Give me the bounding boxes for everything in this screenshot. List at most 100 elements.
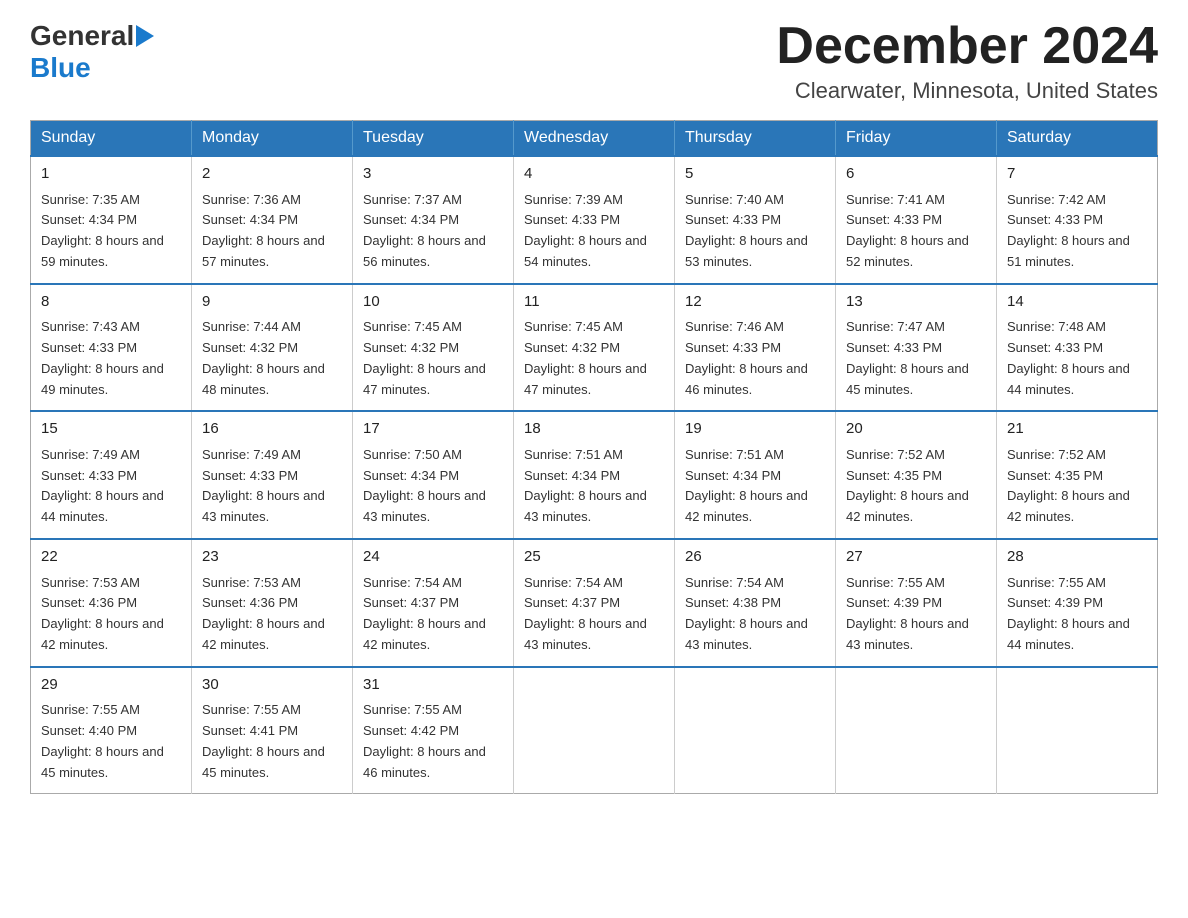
day-info: Sunrise: 7:46 AMSunset: 4:33 PMDaylight:… [685,317,825,400]
calendar-day-cell [675,667,836,794]
day-number: 18 [524,418,664,441]
day-number: 26 [685,546,825,569]
calendar-day-cell: 31 Sunrise: 7:55 AMSunset: 4:42 PMDayligh… [353,667,514,794]
calendar-day-cell: 6 Sunrise: 7:41 AMSunset: 4:33 PMDaylight… [836,156,997,284]
calendar-week-row: 29 Sunrise: 7:55 AMSunset: 4:40 PMDayligh… [31,667,1158,794]
logo-blue-text: Blue [30,52,91,84]
day-info: Sunrise: 7:50 AMSunset: 4:34 PMDaylight:… [363,445,503,528]
day-info: Sunrise: 7:42 AMSunset: 4:33 PMDaylight:… [1007,190,1147,273]
calendar-day-cell: 23Sunrise: 7:53 AMSunset: 4:36 PMDayligh… [192,539,353,667]
calendar-day-cell: 4 Sunrise: 7:39 AMSunset: 4:33 PMDaylight… [514,156,675,284]
day-number: 16 [202,418,342,441]
col-saturday: Saturday [997,121,1158,157]
day-info: Sunrise: 7:53 AMSunset: 4:36 PMDaylight:… [41,573,181,656]
logo-arrow-icon [136,25,156,47]
calendar-day-cell: 5 Sunrise: 7:40 AMSunset: 4:33 PMDaylight… [675,156,836,284]
day-info: Sunrise: 7:36 AMSunset: 4:34 PMDaylight:… [202,190,342,273]
col-wednesday: Wednesday [514,121,675,157]
header-row: Sunday Monday Tuesday Wednesday Thursday… [31,121,1158,157]
calendar-day-cell: 19 Sunrise: 7:51 AMSunset: 4:34 PMDayligh… [675,411,836,539]
day-info: Sunrise: 7:54 AMSunset: 4:38 PMDaylight:… [685,573,825,656]
calendar-week-row: 15 Sunrise: 7:49 AMSunset: 4:33 PMDayligh… [31,411,1158,539]
calendar-day-cell: 17 Sunrise: 7:50 AMSunset: 4:34 PMDayligh… [353,411,514,539]
day-number: 12 [685,291,825,314]
day-number: 17 [363,418,503,441]
day-info: Sunrise: 7:53 AMSunset: 4:36 PMDaylight:… [202,573,342,656]
day-number: 1 [41,163,181,186]
calendar-day-cell: 11 Sunrise: 7:45 AMSunset: 4:32 PMDayligh… [514,284,675,412]
day-number: 15 [41,418,181,441]
day-info: Sunrise: 7:55 AMSunset: 4:40 PMDaylight:… [41,700,181,783]
day-info: Sunrise: 7:49 AMSunset: 4:33 PMDaylight:… [41,445,181,528]
calendar-day-cell: 27 Sunrise: 7:55 AMSunset: 4:39 PMDayligh… [836,539,997,667]
day-info: Sunrise: 7:39 AMSunset: 4:33 PMDaylight:… [524,190,664,273]
day-number: 24 [363,546,503,569]
day-info: Sunrise: 7:51 AMSunset: 4:34 PMDaylight:… [524,445,664,528]
calendar-day-cell: 26 Sunrise: 7:54 AMSunset: 4:38 PMDayligh… [675,539,836,667]
day-info: Sunrise: 7:47 AMSunset: 4:33 PMDaylight:… [846,317,986,400]
calendar-day-cell: 21Sunrise: 7:52 AMSunset: 4:35 PMDayligh… [997,411,1158,539]
day-number: 21 [1007,418,1147,441]
day-number: 8 [41,291,181,314]
day-info: Sunrise: 7:35 AMSunset: 4:34 PMDaylight:… [41,190,181,273]
day-info: Sunrise: 7:44 AMSunset: 4:32 PMDaylight:… [202,317,342,400]
day-number: 14 [1007,291,1147,314]
col-sunday: Sunday [31,121,192,157]
day-number: 22 [41,546,181,569]
calendar-day-cell: 3 Sunrise: 7:37 AMSunset: 4:34 PMDaylight… [353,156,514,284]
col-monday: Monday [192,121,353,157]
day-number: 20 [846,418,986,441]
calendar-day-cell [514,667,675,794]
day-number: 4 [524,163,664,186]
day-number: 25 [524,546,664,569]
calendar-day-cell: 8Sunrise: 7:43 AMSunset: 4:33 PMDaylight… [31,284,192,412]
calendar-day-cell: 25 Sunrise: 7:54 AMSunset: 4:37 PMDayligh… [514,539,675,667]
day-number: 27 [846,546,986,569]
day-number: 19 [685,418,825,441]
calendar-body: 1 Sunrise: 7:35 AMSunset: 4:34 PMDaylight… [31,156,1158,794]
col-tuesday: Tuesday [353,121,514,157]
calendar-day-cell: 10Sunrise: 7:45 AMSunset: 4:32 PMDayligh… [353,284,514,412]
calendar-header: Sunday Monday Tuesday Wednesday Thursday… [31,121,1158,157]
calendar-day-cell: 16Sunrise: 7:49 AMSunset: 4:33 PMDayligh… [192,411,353,539]
day-number: 31 [363,674,503,697]
day-info: Sunrise: 7:55 AMSunset: 4:42 PMDaylight:… [363,700,503,783]
day-info: Sunrise: 7:51 AMSunset: 4:34 PMDaylight:… [685,445,825,528]
day-info: Sunrise: 7:55 AMSunset: 4:39 PMDaylight:… [1007,573,1147,656]
calendar-day-cell: 24 Sunrise: 7:54 AMSunset: 4:37 PMDayligh… [353,539,514,667]
day-info: Sunrise: 7:48 AMSunset: 4:33 PMDaylight:… [1007,317,1147,400]
calendar-day-cell: 1 Sunrise: 7:35 AMSunset: 4:34 PMDaylight… [31,156,192,284]
day-info: Sunrise: 7:55 AMSunset: 4:39 PMDaylight:… [846,573,986,656]
day-number: 2 [202,163,342,186]
month-year-title: December 2024 [776,20,1158,72]
day-number: 6 [846,163,986,186]
day-number: 7 [1007,163,1147,186]
calendar-week-row: 8Sunrise: 7:43 AMSunset: 4:33 PMDaylight… [31,284,1158,412]
day-info: Sunrise: 7:41 AMSunset: 4:33 PMDaylight:… [846,190,986,273]
calendar-day-cell: 12 Sunrise: 7:46 AMSunset: 4:33 PMDayligh… [675,284,836,412]
day-info: Sunrise: 7:54 AMSunset: 4:37 PMDaylight:… [363,573,503,656]
day-info: Sunrise: 7:37 AMSunset: 4:34 PMDaylight:… [363,190,503,273]
page-header: General Blue December 2024 Clearwater, M… [30,20,1158,104]
calendar-day-cell: 29 Sunrise: 7:55 AMSunset: 4:40 PMDayligh… [31,667,192,794]
day-number: 29 [41,674,181,697]
day-number: 28 [1007,546,1147,569]
calendar-day-cell: 28 Sunrise: 7:55 AMSunset: 4:39 PMDayligh… [997,539,1158,667]
day-number: 5 [685,163,825,186]
day-info: Sunrise: 7:45 AMSunset: 4:32 PMDaylight:… [524,317,664,400]
calendar-day-cell: 2 Sunrise: 7:36 AMSunset: 4:34 PMDaylight… [192,156,353,284]
day-number: 11 [524,291,664,314]
title-block: December 2024 Clearwater, Minnesota, Uni… [776,20,1158,104]
day-info: Sunrise: 7:40 AMSunset: 4:33 PMDaylight:… [685,190,825,273]
day-number: 3 [363,163,503,186]
calendar-day-cell: 9Sunrise: 7:44 AMSunset: 4:32 PMDaylight… [192,284,353,412]
calendar-day-cell: 15 Sunrise: 7:49 AMSunset: 4:33 PMDayligh… [31,411,192,539]
col-friday: Friday [836,121,997,157]
calendar-day-cell [836,667,997,794]
calendar-day-cell: 13Sunrise: 7:47 AMSunset: 4:33 PMDayligh… [836,284,997,412]
calendar-day-cell: 22 Sunrise: 7:53 AMSunset: 4:36 PMDayligh… [31,539,192,667]
calendar-table: Sunday Monday Tuesday Wednesday Thursday… [30,120,1158,794]
day-info: Sunrise: 7:54 AMSunset: 4:37 PMDaylight:… [524,573,664,656]
day-info: Sunrise: 7:55 AMSunset: 4:41 PMDaylight:… [202,700,342,783]
calendar-day-cell: 18 Sunrise: 7:51 AMSunset: 4:34 PMDayligh… [514,411,675,539]
